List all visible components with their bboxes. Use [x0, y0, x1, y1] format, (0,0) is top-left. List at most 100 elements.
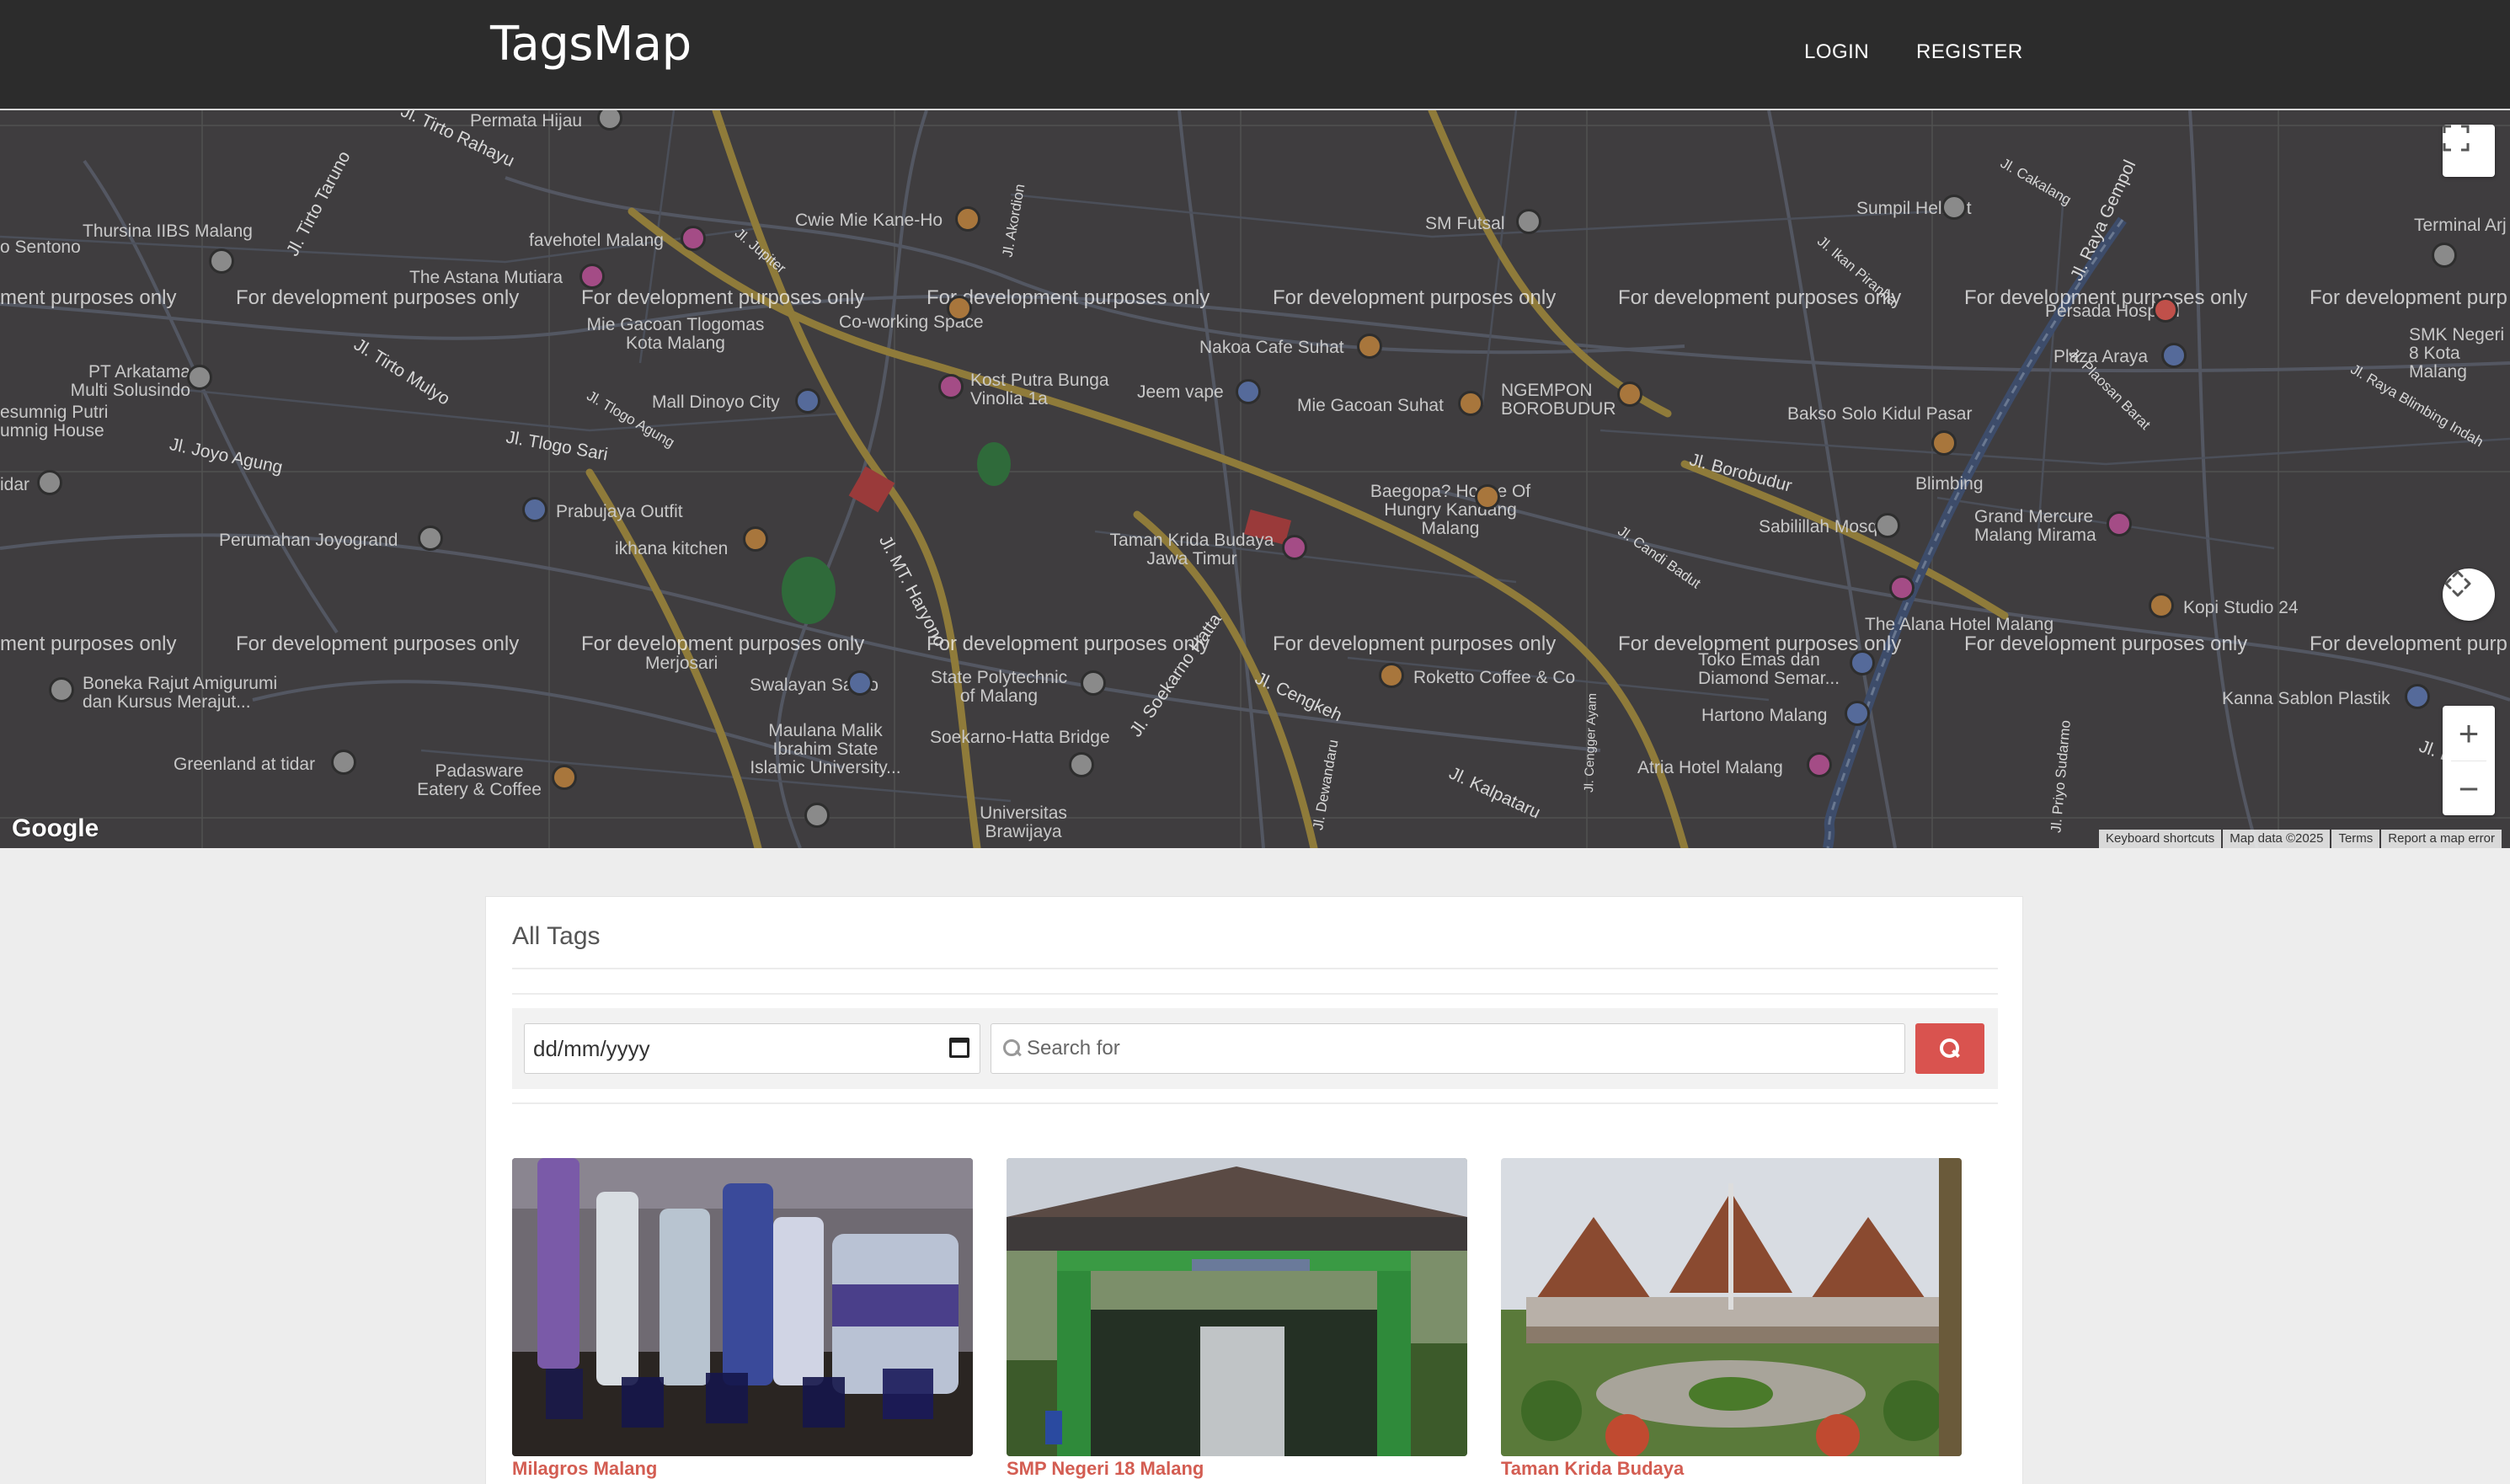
cafe-marker-icon[interactable]: [947, 296, 972, 321]
map-place-label[interactable]: Cwie Mie Kane-Ho: [795, 211, 943, 230]
map-place-label[interactable]: Kost Putra Bunga Vinolia 1a: [970, 371, 1139, 408]
map-place-label[interactable]: Perumahan Joyogrand: [219, 531, 398, 550]
map-place-label[interactable]: Boneka Rajut Amigurumi dan Kursus Meraju…: [83, 675, 302, 712]
restaurant-marker-icon[interactable]: [1931, 430, 1957, 456]
place-marker-icon[interactable]: [37, 470, 62, 495]
place-marker-icon[interactable]: [331, 750, 356, 775]
map-place-label[interactable]: Bakso Solo Kidul Pasar: [1787, 405, 1972, 424]
shop-marker-icon[interactable]: [2161, 343, 2187, 368]
google-logo[interactable]: Google: [12, 814, 99, 843]
hotel-marker-icon[interactable]: [1807, 752, 1832, 777]
place-marker-icon[interactable]: [1069, 752, 1094, 777]
map-place-label[interactable]: Kopi Studio 24: [2183, 599, 2299, 617]
map-place-label[interactable]: Greenland at tidar: [174, 755, 315, 774]
shop-marker-icon[interactable]: [847, 670, 873, 696]
cafe-marker-icon[interactable]: [1617, 382, 1642, 407]
map-place-label[interactable]: Baegopa? House Of Hungry Kandang Malang: [1358, 483, 1543, 538]
zoom-in-button[interactable]: +: [2443, 706, 2495, 761]
calendar-icon[interactable]: [949, 1038, 969, 1058]
map-place-label[interactable]: Mie Gacoan Tlogomas Kota Malang: [574, 316, 777, 353]
map-place-label[interactable]: NGEMPON BOROBUDUR: [1501, 382, 1619, 419]
tag-card-image[interactable]: [1501, 1158, 1962, 1456]
report-map-error-link[interactable]: Report a map error: [2381, 830, 2502, 848]
shop-marker-icon[interactable]: [522, 497, 547, 522]
map-place-label[interactable]: Universitas Brawijaya: [960, 804, 1087, 841]
place-marker-icon[interactable]: [49, 677, 74, 702]
map-place-label[interactable]: Prabujaya Outfit: [556, 503, 683, 521]
terms-link[interactable]: Terms: [2331, 830, 2380, 848]
place-marker-icon[interactable]: [187, 365, 212, 390]
map-place-label[interactable]: Kanna Sablon Plastik: [2222, 690, 2390, 708]
map-place-label[interactable]: Taman Krida Budaya Jawa Timur: [1103, 531, 1280, 569]
map-place-label[interactable]: Roketto Coffee & Co: [1413, 669, 1575, 687]
search-field[interactable]: [991, 1023, 1905, 1074]
map-place-label[interactable]: o Sentono: [0, 238, 81, 257]
tag-card-title[interactable]: Milagros Malang: [512, 1458, 973, 1480]
hotel-marker-icon[interactable]: [579, 264, 605, 289]
museum-marker-icon[interactable]: [1282, 535, 1307, 560]
map-place-label[interactable]: Mall Dinoyo City: [652, 393, 780, 412]
place-marker-icon[interactable]: [209, 248, 234, 274]
shop-marker-icon[interactable]: [2405, 684, 2430, 709]
restaurant-marker-icon[interactable]: [743, 526, 768, 552]
map-place-label[interactable]: Nakoa Cafe Suhat: [1199, 339, 1344, 357]
search-button[interactable]: [1915, 1023, 1984, 1074]
place-marker-icon[interactable]: [1941, 195, 1967, 220]
map-place-label[interactable]: Thursina IIBS Malang: [83, 222, 253, 241]
map-place-label[interactable]: SMK Negeri 8 Kota Malang: [2409, 326, 2510, 382]
pan-control-button[interactable]: [2443, 569, 2495, 621]
map-place-label[interactable]: State Polytechnic of Malang: [923, 669, 1075, 706]
map-place-label[interactable]: Atria Hotel Malang: [1637, 759, 1783, 777]
restaurant-marker-icon[interactable]: [1458, 391, 1483, 416]
hotel-marker-icon[interactable]: [2107, 511, 2132, 536]
map[interactable]: ment purposes only For development purpo…: [0, 110, 2510, 848]
map-place-label[interactable]: The Astana Mutiara: [409, 269, 563, 287]
search-input[interactable]: [1027, 1037, 1869, 1060]
cafe-marker-icon[interactable]: [552, 765, 577, 790]
login-link[interactable]: LOGIN: [1804, 40, 1869, 64]
cafe-marker-icon[interactable]: [2149, 593, 2174, 618]
map-place-label[interactable]: Soekarno-Hatta Bridge: [930, 729, 1110, 747]
hotel-marker-icon[interactable]: [1889, 575, 1915, 601]
tag-card-title[interactable]: Taman Krida Budaya: [1501, 1458, 1962, 1480]
hotel-marker-icon[interactable]: [938, 374, 964, 399]
map-place-label[interactable]: Jeem vape: [1137, 383, 1224, 402]
place-marker-icon[interactable]: [804, 803, 830, 828]
tag-card-image[interactable]: [1007, 1158, 1467, 1456]
place-marker-icon[interactable]: [2432, 243, 2457, 268]
hotel-marker-icon[interactable]: [681, 226, 706, 251]
tag-card[interactable]: SMP Negeri 18 Malang: [1007, 1158, 1467, 1480]
restaurant-marker-icon[interactable]: [955, 206, 980, 232]
map-place-label[interactable]: Grand Mercure Malang Mirama: [1974, 508, 2117, 545]
tag-card[interactable]: Milagros Malang: [512, 1158, 973, 1480]
school-marker-icon[interactable]: [1081, 670, 1106, 696]
shop-marker-icon[interactable]: [795, 388, 820, 414]
hospital-marker-icon[interactable]: [2153, 297, 2178, 323]
cafe-marker-icon[interactable]: [1357, 334, 1382, 359]
fullscreen-button[interactable]: [2443, 125, 2495, 177]
mosque-marker-icon[interactable]: [1875, 513, 1900, 538]
map-place-label[interactable]: SM Futsal: [1425, 215, 1505, 233]
brand-logo[interactable]: TagsMap: [490, 17, 692, 72]
shop-marker-icon[interactable]: [1236, 379, 1261, 404]
map-place-label[interactable]: esumnig Putri: [0, 403, 108, 422]
map-place-label[interactable]: Padasware Eatery & Coffee: [408, 762, 551, 799]
tag-card[interactable]: Taman Krida Budaya: [1501, 1158, 1962, 1480]
map-place-label[interactable]: Terminal Arj: [2414, 216, 2507, 235]
tag-card-image[interactable]: [512, 1158, 973, 1456]
place-marker-icon[interactable]: [418, 526, 443, 551]
place-marker-icon[interactable]: [1516, 209, 1541, 234]
map-place-label[interactable]: Mie Gacoan Suhat: [1297, 397, 1444, 415]
map-place-label[interactable]: Permata Hijau: [470, 112, 582, 131]
zoom-out-button[interactable]: −: [2443, 761, 2495, 816]
map-place-label[interactable]: idar: [0, 476, 29, 494]
map-place-label[interactable]: Maulana Malik Ibrahim State Islamic Univ…: [750, 722, 901, 777]
shop-marker-icon[interactable]: [1845, 701, 1870, 726]
keyboard-shortcuts-link[interactable]: Keyboard shortcuts: [2099, 830, 2222, 848]
cafe-marker-icon[interactable]: [1379, 663, 1404, 688]
map-place-label[interactable]: umnig House: [0, 422, 104, 440]
map-place-label[interactable]: Hartono Malang: [1701, 707, 1827, 725]
shop-marker-icon[interactable]: [1850, 650, 1875, 675]
tag-card-title[interactable]: SMP Negeri 18 Malang: [1007, 1458, 1467, 1480]
map-place-label[interactable]: PT Arkatama Multi Solusindo: [47, 363, 190, 400]
